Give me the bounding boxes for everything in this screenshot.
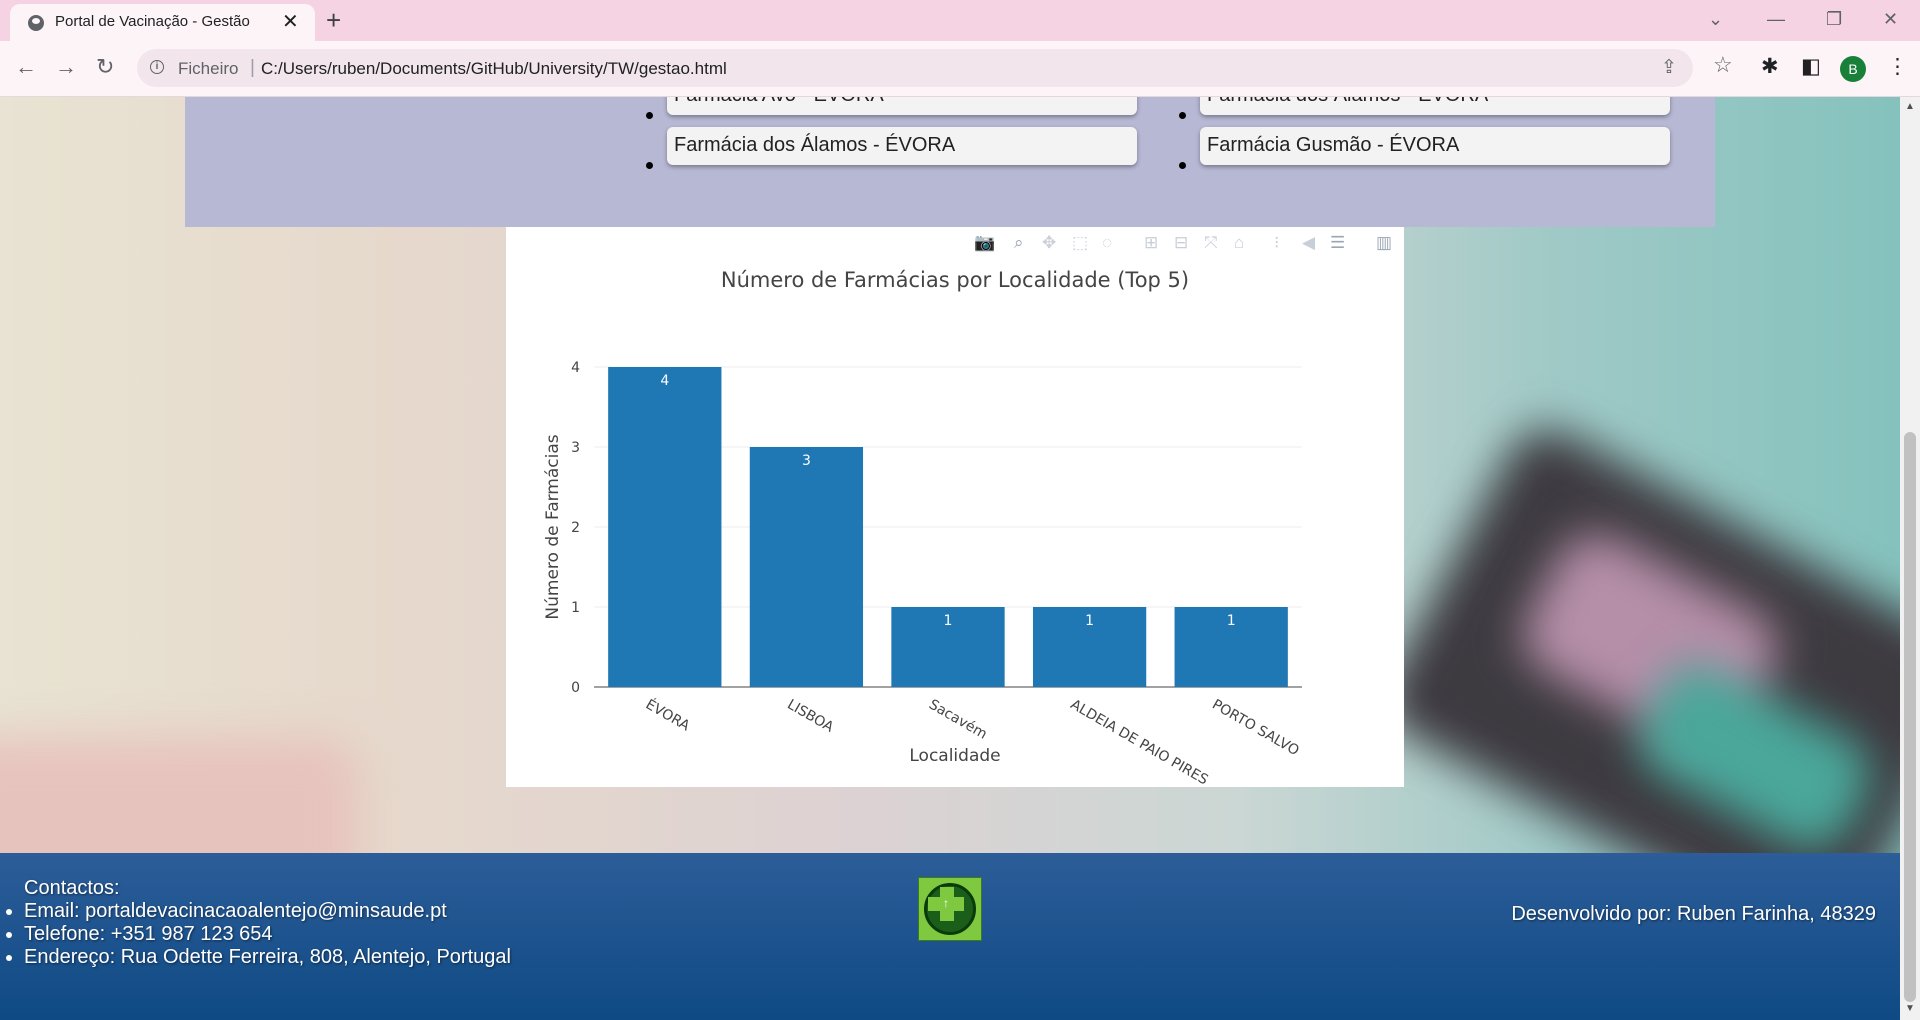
close-window-button[interactable]: ✕ <box>1883 8 1898 30</box>
pharmacy-entry[interactable]: Farmácia Avó - ÉVORA <box>667 97 1137 115</box>
share-icon[interactable]: ⇪ <box>1661 57 1677 79</box>
more-menu-icon[interactable]: ⋮ <box>1887 55 1908 79</box>
bar[interactable] <box>749 447 864 687</box>
y-tick-label: 1 <box>571 600 580 616</box>
side-panel-icon[interactable]: ◧ <box>1801 55 1821 79</box>
close-tab-icon[interactable]: ✕ <box>282 10 299 34</box>
back-arrow-icon[interactable]: ← <box>15 55 37 79</box>
x-tick-label: LISBOA <box>784 697 836 736</box>
browser-toolbar: ← → ↻ i Ficheiro | C:/Users/ruben/Docume… <box>0 41 1920 97</box>
page-scrollbar[interactable]: ▲ ▼ <box>1900 97 1920 1020</box>
tab-search-chevron-icon[interactable]: ⌄ <box>1708 8 1723 30</box>
profile-avatar[interactable]: B <box>1840 56 1866 82</box>
y-tick-label: 3 <box>571 440 580 456</box>
syringe-icon: ↑ <box>943 896 949 910</box>
contact-email: Email: portaldevacinacaoalentejo@minsaud… <box>6 900 511 923</box>
contacts-block: Contactos: Email: portaldevacinacaoalent… <box>6 877 511 969</box>
x-tick-label: PORTO SALVO <box>1209 697 1301 760</box>
new-tab-button[interactable]: + <box>326 6 341 34</box>
scroll-up-arrow-icon[interactable]: ▲ <box>1905 101 1915 112</box>
minimize-button[interactable]: — <box>1767 8 1785 30</box>
x-tick-label: Sacavém <box>926 697 990 743</box>
x-axis-label: Localidade <box>909 746 1000 766</box>
pharmacy-cross-logo: ↑ <box>918 877 982 941</box>
bar-chart: 0 1 2 3 4 4 ÉVORA 3 LISBOA 1 Sacavém 1 ALDEIA DE PAI… <box>543 268 1302 787</box>
forward-arrow-icon[interactable]: → <box>55 55 77 79</box>
address-bar[interactable]: i Ficheiro | C:/Users/ruben/Documents/Gi… <box>137 49 1693 87</box>
scroll-thumb[interactable] <box>1904 432 1916 1002</box>
pharmacy-entry[interactable]: Farmácia dos Álamos - ÉVORA <box>1200 97 1670 115</box>
scroll-down-arrow-icon[interactable]: ▼ <box>1905 1003 1915 1014</box>
tab-title: Portal de Vacinação - Gestão <box>55 13 250 30</box>
info-icon[interactable]: i <box>150 60 164 74</box>
y-axis-label: Número de Farmácias <box>543 434 563 619</box>
reload-icon[interactable]: ↻ <box>96 55 114 79</box>
browser-tab-active[interactable]: Portal de Vacinação - Gestão ✕ <box>10 4 315 41</box>
url-separator: | <box>250 57 255 78</box>
bar-value-label: 1 <box>1227 613 1236 629</box>
pharmacy-entry[interactable]: Farmácia dos Álamos - ÉVORA <box>667 127 1137 165</box>
globe-icon <box>28 15 44 31</box>
contacts-list: Email: portaldevacinacaoalentejo@minsaud… <box>6 900 511 969</box>
page-viewport: Farmácia Avó - ÉVORA Farmácia dos Álamos… <box>0 97 1900 1020</box>
url-text[interactable]: C:/Users/ruben/Documents/GitHub/Universi… <box>261 59 727 79</box>
y-tick-label: 4 <box>571 360 580 376</box>
restore-button[interactable]: ❐ <box>1826 8 1842 30</box>
x-tick-label: ALDEIA DE PAIO PIRES <box>1068 697 1211 787</box>
bookmark-star-icon[interactable]: ☆ <box>1713 53 1733 77</box>
pharmacy-list-section: Farmácia Avó - ÉVORA Farmácia dos Álamos… <box>185 97 1715 227</box>
bar-value-label: 1 <box>944 613 953 629</box>
developer-credit: Desenvolvido por: Ruben Farinha, 48329 <box>1511 903 1876 925</box>
page-footer: Contactos: Email: portaldevacinacaoalent… <box>0 853 1900 1020</box>
bar-value-label: 1 <box>1085 613 1094 629</box>
contacts-title: Contactos: <box>24 877 120 899</box>
y-tick-label: 0 <box>571 680 580 696</box>
bar-value-label: 3 <box>802 453 811 469</box>
chart-card: 📷 ⌕ ✥ ⬚ ◌ ⊞ ⊟ ⤧ ⌂ ⁝ ◀ ☰ ▥ 0 1 2 3 4 4 ÉVORA 3 LI… <box>506 227 1404 787</box>
extensions-puzzle-icon[interactable]: ✱ <box>1761 55 1779 79</box>
contact-address: Endereço: Rua Odette Ferreira, 808, Alen… <box>6 946 511 968</box>
bar[interactable] <box>608 367 722 687</box>
y-tick-label: 2 <box>571 520 580 536</box>
x-tick-label: ÉVORA <box>643 696 693 735</box>
pharmacy-entry[interactable]: Farmácia Gusmão - ÉVORA <box>1200 127 1670 165</box>
browser-tabstrip: Portal de Vacinação - Gestão ✕ + ⌄ — ❐ ✕ <box>0 0 1920 41</box>
contact-phone: Telefone: +351 987 123 654 <box>6 923 511 946</box>
bar-value-label: 4 <box>660 373 669 389</box>
url-scheme-label: Ficheiro <box>178 59 239 78</box>
chart-title: Número de Farmácias por Localidade (Top … <box>721 268 1189 292</box>
